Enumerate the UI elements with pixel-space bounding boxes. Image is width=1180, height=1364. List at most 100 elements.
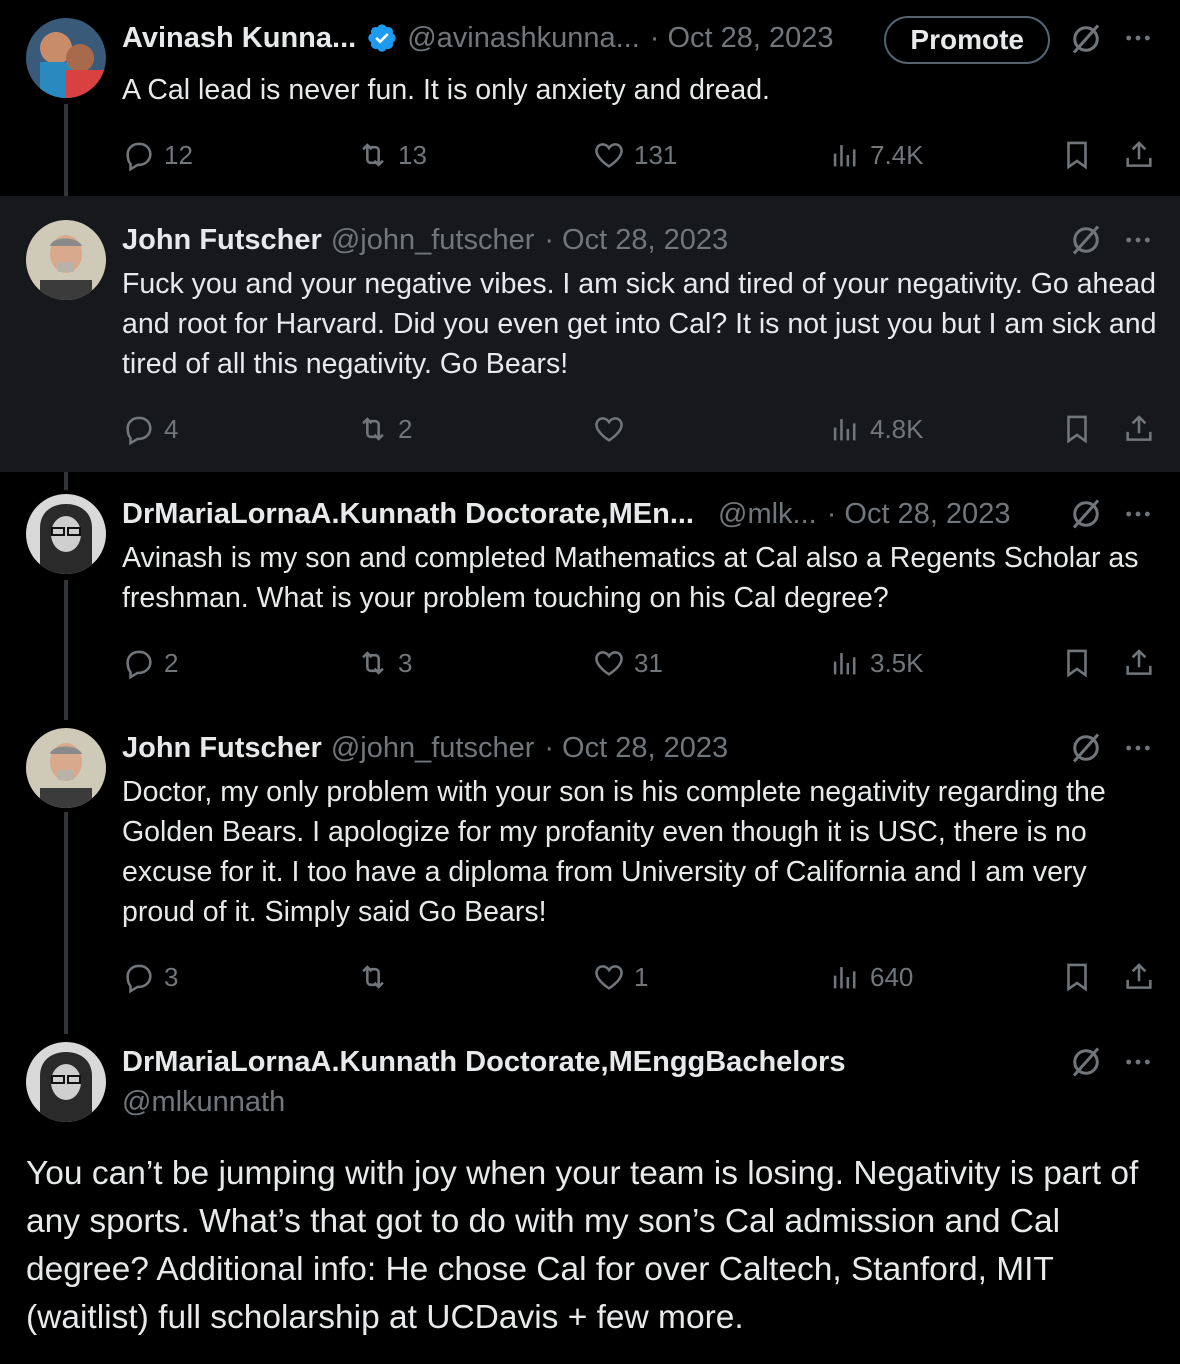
like-count: 1 xyxy=(634,961,649,992)
tweet-2[interactable]: John Futscher @john_futscher · Oct 28, 2… xyxy=(0,196,1180,472)
retweet-button[interactable]: 2 xyxy=(356,409,412,449)
bookmark-button[interactable] xyxy=(1060,409,1094,449)
views-button[interactable]: 4.8K xyxy=(828,409,924,449)
tweet-date[interactable]: Oct 28, 2023 xyxy=(667,22,833,55)
author-handle[interactable]: @mlk... xyxy=(718,498,817,531)
bookmark-button[interactable] xyxy=(1060,135,1094,175)
tweet-text: Avinash is my son and completed Mathemat… xyxy=(122,542,1139,614)
views-button[interactable]: 7.4K xyxy=(828,135,924,175)
share-button[interactable] xyxy=(1122,643,1156,683)
more-dots-icon[interactable] xyxy=(1122,732,1154,764)
retweet-icon xyxy=(362,965,384,989)
author-name[interactable]: DrMariaLornaA.Kunnath Doctorate,MEnggBac… xyxy=(122,1042,845,1082)
author-handle[interactable]: @john_futscher xyxy=(331,732,535,765)
author-name[interactable]: DrMariaLornaA.Kunnath Doctorate,MEn... xyxy=(122,498,694,531)
like-count: 131 xyxy=(634,139,678,170)
reply-button[interactable]: 12 xyxy=(122,135,193,175)
no-sign-icon[interactable] xyxy=(1068,730,1104,766)
tweet-actions: 3 1 640 xyxy=(122,957,1180,997)
views-chart-icon xyxy=(833,419,856,441)
author-name[interactable]: John Futscher xyxy=(122,732,322,765)
author-name[interactable]: Avinash Kunna... xyxy=(122,22,356,55)
share-button[interactable] xyxy=(1122,135,1156,175)
heart-icon xyxy=(595,417,623,442)
tweet-header: John Futscher @john_futscher · Oct 28, 2… xyxy=(122,220,1180,260)
heart-icon xyxy=(595,965,623,990)
reply-count: 4 xyxy=(164,413,179,444)
tweet-header: John Futscher @john_futscher · Oct 28, 2… xyxy=(122,728,1180,768)
no-sign-icon[interactable] xyxy=(1068,1044,1104,1080)
tweet-actions: 12 13 131 7.4K xyxy=(122,135,1180,175)
like-button[interactable]: 131 xyxy=(592,135,677,175)
retweet-button[interactable]: 13 xyxy=(356,135,427,175)
like-button[interactable]: 31 xyxy=(592,643,663,683)
reply-icon xyxy=(126,964,152,994)
tweet-text: A Cal lead is never fun. It is only anxi… xyxy=(122,74,770,106)
share-button[interactable] xyxy=(1122,957,1156,997)
promote-button[interactable]: Promote xyxy=(884,16,1050,64)
reply-button[interactable]: 4 xyxy=(122,409,178,449)
avatar[interactable] xyxy=(26,220,106,300)
views-count: 3.5K xyxy=(870,647,924,678)
more-dots-icon[interactable] xyxy=(1122,498,1154,530)
share-icon xyxy=(1126,415,1152,441)
tweet-text: Doctor, my only problem with your son is… xyxy=(122,776,1106,928)
like-button[interactable]: 1 xyxy=(592,957,648,997)
tweet-date[interactable]: Oct 28, 2023 xyxy=(844,498,1010,531)
tweet-text: Fuck you and your negative vibes. I am s… xyxy=(122,268,1157,380)
like-count: 31 xyxy=(634,647,663,678)
avatar[interactable] xyxy=(26,1042,106,1122)
tweet-date[interactable]: Oct 28, 2023 xyxy=(562,224,728,257)
share-icon xyxy=(1126,963,1152,989)
no-sign-icon[interactable] xyxy=(1068,21,1104,57)
like-button[interactable] xyxy=(592,409,634,449)
tweet-1[interactable]: Avinash Kunna... @avinashkunna... · Oct … xyxy=(0,0,1180,196)
bookmark-button[interactable] xyxy=(1060,957,1094,997)
more-dots-icon[interactable] xyxy=(1122,22,1154,54)
bookmark-icon xyxy=(1067,649,1087,678)
retweet-icon xyxy=(362,651,384,675)
reply-count: 12 xyxy=(164,139,193,170)
tweet-header: DrMariaLornaA.Kunnath Doctorate,MEn... @… xyxy=(122,494,1180,534)
no-sign-icon[interactable] xyxy=(1068,496,1104,532)
views-chart-icon xyxy=(833,967,856,989)
views-button[interactable]: 640 xyxy=(828,957,913,997)
tweet-date[interactable]: Oct 28, 2023 xyxy=(562,732,728,765)
author-handle[interactable]: @john_futscher xyxy=(331,224,535,257)
heart-icon xyxy=(595,143,623,168)
tweet-3[interactable]: DrMariaLornaA.Kunnath Doctorate,MEn... @… xyxy=(0,472,1180,708)
avatar[interactable] xyxy=(26,728,106,808)
reply-count: 2 xyxy=(164,647,179,678)
bookmark-icon xyxy=(1067,963,1087,992)
reply-button[interactable]: 3 xyxy=(122,957,178,997)
share-icon xyxy=(1126,141,1152,167)
retweet-count: 13 xyxy=(398,139,427,170)
views-button[interactable]: 3.5K xyxy=(828,643,924,683)
views-chart-icon xyxy=(833,145,856,167)
no-sign-icon[interactable] xyxy=(1068,222,1104,258)
bookmark-icon xyxy=(1067,141,1087,170)
separator-dot: · xyxy=(544,223,555,256)
separator-dot: · xyxy=(826,497,837,530)
author-handle[interactable]: @avinashkunna... xyxy=(407,22,640,55)
verified-badge-icon xyxy=(368,24,396,52)
avatar[interactable] xyxy=(26,494,106,574)
author-name[interactable]: John Futscher xyxy=(122,224,322,257)
bookmark-icon xyxy=(1067,415,1087,444)
views-count: 7.4K xyxy=(870,139,924,170)
retweet-button[interactable]: 3 xyxy=(356,643,412,683)
retweet-count: 2 xyxy=(398,413,413,444)
share-button[interactable] xyxy=(1122,409,1156,449)
tweet-4[interactable]: John Futscher @john_futscher · Oct 28, 2… xyxy=(0,708,1180,1022)
more-dots-icon[interactable] xyxy=(1122,1046,1154,1078)
retweet-icon xyxy=(362,417,384,441)
more-dots-icon[interactable] xyxy=(1122,224,1154,256)
avatar[interactable] xyxy=(26,18,106,98)
retweet-button[interactable] xyxy=(356,957,398,997)
separator-dot: · xyxy=(544,731,555,764)
bookmark-button[interactable] xyxy=(1060,643,1094,683)
tweet-actions: 2 3 31 3.5K xyxy=(122,643,1180,683)
author-handle[interactable]: @mlkunnath xyxy=(122,1082,285,1122)
reply-button[interactable]: 2 xyxy=(122,643,178,683)
tweet-text: You can’t be jumping with joy when your … xyxy=(26,1155,1139,1336)
